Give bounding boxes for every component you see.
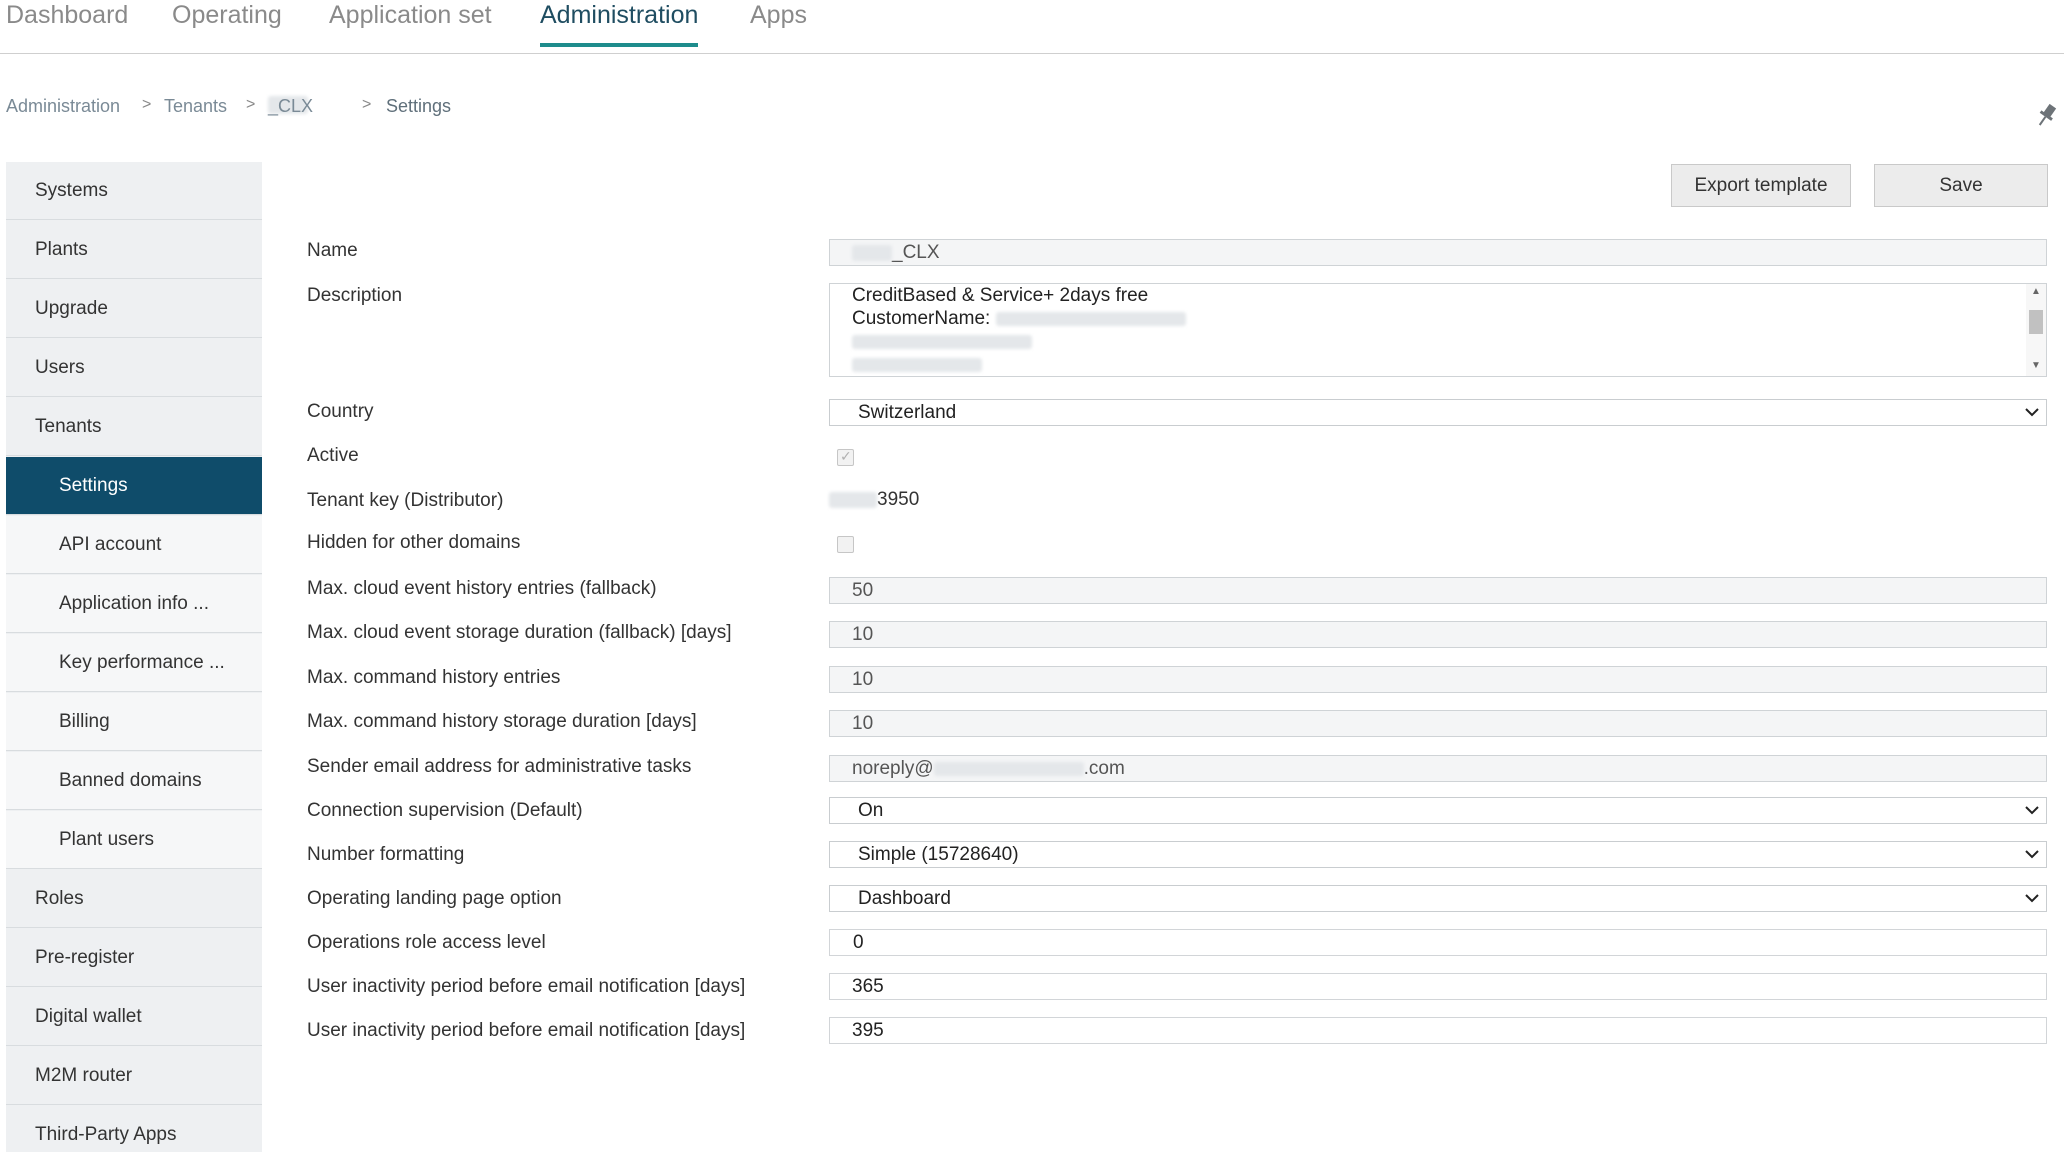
chevron-down-icon [2025, 806, 2039, 815]
sidebar-item-tenants[interactable]: Tenants [6, 398, 262, 456]
chevron-down-icon [2025, 850, 2039, 859]
country-select[interactable]: Switzerland [829, 399, 2047, 426]
inactivity-period-label: User inactivity period before email noti… [307, 976, 746, 997]
max-cloud-event-entries-field[interactable]: 50 [829, 577, 2047, 604]
description-line [852, 353, 2046, 376]
number-formatting-label: Number formatting [307, 844, 465, 865]
sidebar-item-roles[interactable]: Roles [6, 870, 262, 928]
max-command-duration-label: Max. command history storage duration [d… [307, 711, 697, 732]
landing-page-select[interactable]: Dashboard [829, 885, 2047, 912]
tenant-key-number: 3950 [877, 489, 920, 510]
number-formatting-select[interactable]: Simple (15728640) [829, 841, 2047, 868]
max-cloud-event-entries-label: Max. cloud event history entries (fallba… [307, 578, 657, 599]
redacted-text [829, 491, 877, 508]
hidden-domains-label: Hidden for other domains [307, 532, 521, 553]
pushpin-icon[interactable] [2034, 102, 2058, 130]
tab-dashboard[interactable]: Dashboard [6, 0, 128, 46]
sender-email-label: Sender email address for administrative … [307, 756, 692, 777]
hidden-domains-checkbox[interactable] [837, 536, 854, 553]
max-cloud-event-duration-field[interactable]: 10 [829, 621, 2047, 648]
max-cloud-event-duration-label: Max. cloud event storage duration (fallb… [307, 622, 732, 643]
connection-supervision-select[interactable]: On [829, 797, 2047, 824]
country-value: Switzerland [858, 402, 957, 423]
tenant-key-value: 3950 [829, 489, 919, 511]
max-command-entries-field[interactable]: 10 [829, 666, 2047, 693]
sidebar-item-plant-users[interactable]: Plant users [6, 811, 262, 869]
landing-page-value: Dashboard [858, 888, 951, 909]
connection-supervision-value: On [858, 800, 884, 821]
chevron-down-icon [2025, 408, 2039, 417]
chevron-down-icon [2025, 894, 2039, 903]
sidebar-item-digital-wallet[interactable]: Digital wallet [6, 988, 262, 1046]
top-navigation: Dashboard Operating Application set Admi… [0, 0, 2064, 54]
export-template-button[interactable]: Export template [1671, 164, 1851, 207]
sidebar-item-plants[interactable]: Plants [6, 221, 262, 279]
sender-email-suffix: .com [1083, 758, 1125, 779]
inactivity-period-label-2: User inactivity period before email noti… [307, 1020, 746, 1041]
description-label: Description [307, 285, 403, 306]
breadcrumb-administration[interactable]: Administration [6, 96, 120, 117]
tenant-key-label: Tenant key (Distributor) [307, 490, 504, 511]
sidebar-item-systems[interactable]: Systems [6, 162, 262, 220]
max-command-entries-label: Max. command history entries [307, 667, 561, 688]
breadcrumb-separator: > [142, 96, 152, 113]
breadcrumb-separator: > [362, 96, 372, 113]
sidebar-item-third-party-apps[interactable]: Third-Party Apps [6, 1106, 262, 1152]
ops-role-level-label: Operations role access level [307, 932, 546, 953]
breadcrumb-settings: Settings [386, 96, 452, 116]
sidebar-item-key-performance[interactable]: Key performance ... [6, 634, 262, 692]
number-formatting-value: Simple (15728640) [858, 844, 1019, 865]
redacted-text [852, 357, 982, 372]
description-line [852, 330, 2046, 353]
redacted-text [995, 311, 1186, 326]
inactivity-period-field-2[interactable]: 395 [829, 1017, 2047, 1044]
sidebar-item-settings[interactable]: Settings [6, 457, 262, 515]
scroll-up-icon[interactable]: ▲ [2029, 286, 2043, 298]
description-line: CreditBased & Service+ 2days free [852, 285, 1149, 306]
description-line: CustomerName: [852, 307, 2046, 330]
country-label: Country [307, 401, 374, 422]
inactivity-period-field[interactable]: 365 [829, 973, 2047, 1000]
sidebar-item-users[interactable]: Users [6, 339, 262, 397]
description-textarea[interactable]: CreditBased & Service+ 2days free Custom… [829, 283, 2047, 377]
active-checkbox[interactable] [837, 448, 854, 466]
scroll-thumb[interactable] [2029, 310, 2043, 334]
tab-administration[interactable]: Administration [540, 0, 699, 47]
sidebar-item-upgrade[interactable]: Upgrade [6, 280, 262, 338]
redacted-text [933, 761, 1084, 776]
landing-page-label: Operating landing page option [307, 888, 562, 909]
sidebar-item-application-info[interactable]: Application info ... [6, 575, 262, 633]
breadcrumb-separator: > [246, 96, 256, 113]
description-customer-label: CustomerName: [852, 308, 991, 329]
redacted-text [852, 244, 892, 261]
max-command-duration-field[interactable]: 10 [829, 710, 2047, 737]
tab-application-set[interactable]: Application set [329, 0, 492, 46]
sidebar-item-m2m-router[interactable]: M2M router [6, 1047, 262, 1105]
sidebar: Systems Plants Upgrade Users Tenants Set… [6, 162, 262, 1152]
breadcrumb-tenants[interactable]: Tenants [164, 96, 227, 117]
active-label: Active [307, 445, 359, 466]
redacted-text [852, 334, 1032, 349]
description-scrollbar[interactable]: ▲ ▼ [2026, 284, 2046, 376]
ops-role-level-field[interactable]: 0 [829, 929, 2047, 956]
sender-email-field[interactable]: noreply@ .com [829, 755, 2047, 782]
sender-email-prefix: noreply@ [852, 758, 934, 779]
save-button[interactable]: Save [1874, 164, 2048, 207]
tab-apps[interactable]: Apps [750, 0, 807, 46]
scroll-down-icon[interactable]: ▼ [2029, 360, 2043, 372]
name-field[interactable]: _CLX [829, 239, 2047, 266]
name-label: Name [307, 240, 358, 261]
sidebar-item-pre-register[interactable]: Pre-register [6, 929, 262, 987]
sidebar-item-api-account[interactable]: API account [6, 516, 262, 574]
sidebar-item-banned-domains[interactable]: Banned domains [6, 752, 262, 810]
tab-operating[interactable]: Operating [172, 0, 282, 46]
sidebar-item-billing[interactable]: Billing [6, 693, 262, 751]
breadcrumb-tenant-label: _CLX [268, 96, 314, 116]
name-value: _CLX [892, 242, 940, 263]
connection-supervision-label: Connection supervision (Default) [307, 800, 583, 821]
